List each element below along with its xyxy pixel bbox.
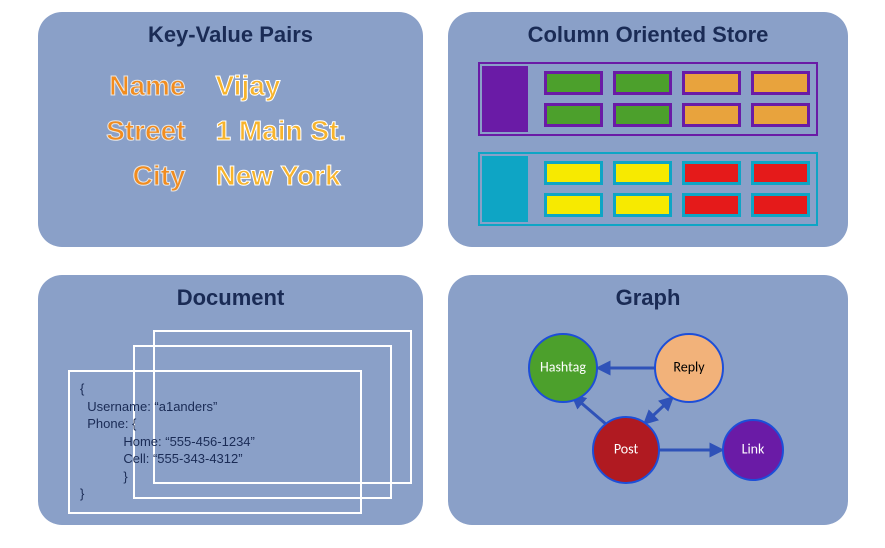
graph-svg: Hashtag Reply Post Link [448, 275, 848, 525]
kv-key: Street [66, 117, 186, 145]
column-cell [751, 71, 810, 95]
column-cell [613, 161, 672, 185]
column-family-purple [478, 62, 818, 136]
column-cell [751, 161, 810, 185]
column-cell [751, 103, 810, 127]
column-row [544, 103, 810, 127]
kv-value: Vijay [216, 72, 396, 100]
column-row [544, 193, 810, 217]
kv-key: City [66, 162, 186, 190]
panel-title-kv: Key-Value Pairs [38, 22, 423, 48]
graph-node-post: Post [593, 417, 659, 483]
graph-node-hashtag: Hashtag [529, 334, 597, 402]
column-cell [544, 193, 603, 217]
edge-post-reply [644, 397, 673, 424]
panel-title-column: Column Oriented Store [448, 22, 848, 48]
graph-node-link: Link [723, 420, 783, 480]
row-key-icon [482, 156, 528, 222]
column-cell [544, 71, 603, 95]
column-row [544, 161, 810, 185]
column-cells [538, 64, 816, 134]
diagram-canvas: Key-Value Pairs Name Vijay Street 1 Main… [0, 0, 885, 548]
kv-value: 1 Main St. [216, 117, 396, 145]
node-label: Hashtag [540, 358, 586, 375]
panel-key-value: Key-Value Pairs Name Vijay Street 1 Main… [38, 12, 423, 247]
kv-row: Street 1 Main St. [38, 117, 423, 145]
column-cell [682, 193, 741, 217]
panel-column-store: Column Oriented Store [448, 12, 848, 247]
document-layer-front: { Username: “a1anders” Phone: { Home: “5… [68, 370, 362, 514]
graph-node-reply: Reply [655, 334, 723, 402]
column-cell [544, 161, 603, 185]
kv-row: Name Vijay [38, 72, 423, 100]
column-cell [544, 103, 603, 127]
document-json-text: { Username: “a1anders” Phone: { Home: “5… [80, 380, 350, 503]
column-cell [682, 161, 741, 185]
column-cell [613, 193, 672, 217]
column-cell [613, 103, 672, 127]
column-row [544, 71, 810, 95]
node-label: Reply [673, 358, 705, 375]
column-family-cyan [478, 152, 818, 226]
kv-key: Name [66, 72, 186, 100]
panel-title-document: Document [38, 285, 423, 311]
column-cell [613, 71, 672, 95]
node-label: Post [614, 440, 639, 457]
kv-value: New York [216, 162, 396, 190]
column-cells [538, 154, 816, 224]
panel-document: Document { Username: “a1anders” Phone: {… [38, 275, 423, 525]
column-cell [751, 193, 810, 217]
panel-graph: Graph Hashtag Reply [448, 275, 848, 525]
column-cell [682, 103, 741, 127]
kv-row: City New York [38, 162, 423, 190]
row-key-icon [482, 66, 528, 132]
column-cell [682, 71, 741, 95]
node-label: Link [742, 440, 765, 457]
